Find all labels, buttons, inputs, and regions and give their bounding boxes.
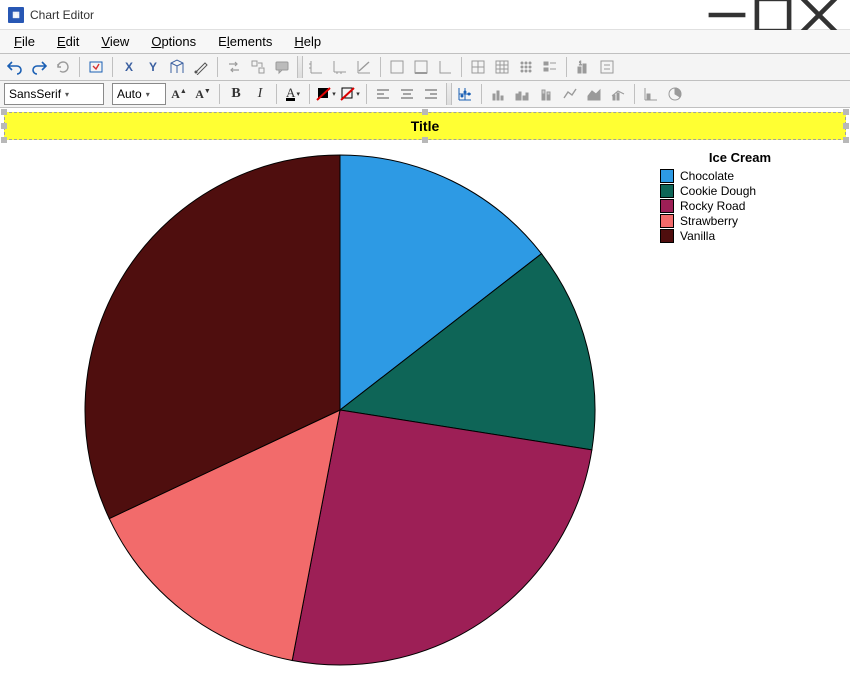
- svg-text:1: 1: [579, 61, 582, 67]
- 3d-rotate-icon[interactable]: [166, 56, 188, 78]
- legend-item[interactable]: Rocky Road: [660, 199, 820, 213]
- pie-slice[interactable]: [292, 410, 592, 665]
- axis-bottom-icon[interactable]: [329, 56, 351, 78]
- pie-chart[interactable]: [80, 150, 600, 670]
- chart-hist-icon[interactable]: [640, 83, 662, 105]
- align-left-icon[interactable]: [372, 83, 394, 105]
- menu-help[interactable]: Help: [284, 30, 331, 53]
- decrease-font-icon[interactable]: A▼: [192, 83, 214, 105]
- font-size-value: Auto: [117, 87, 142, 101]
- app-icon: ▦: [8, 7, 24, 23]
- chart-mixed-icon[interactable]: [607, 83, 629, 105]
- y-axis-icon[interactable]: Y: [142, 56, 164, 78]
- window-title: Chart Editor: [30, 8, 94, 22]
- chart-line-icon[interactable]: [559, 83, 581, 105]
- comment-icon[interactable]: [271, 56, 293, 78]
- menu-elements[interactable]: Elements: [208, 30, 282, 53]
- legend-swatch: [660, 199, 674, 213]
- refresh-icon[interactable]: [52, 56, 74, 78]
- chart-bar-clustered-icon[interactable]: [511, 83, 533, 105]
- legend-label: Chocolate: [680, 169, 734, 183]
- menubar: File Edit View Options Elements Help: [0, 30, 850, 54]
- legend-item[interactable]: Vanilla: [660, 229, 820, 243]
- align-center-icon[interactable]: [396, 83, 418, 105]
- fill-color-button[interactable]: ▾: [315, 83, 337, 105]
- chart-area-icon[interactable]: [583, 83, 605, 105]
- toolbar-grip: [446, 83, 452, 105]
- align-right-icon[interactable]: [420, 83, 442, 105]
- swap-axes-icon[interactable]: [223, 56, 245, 78]
- legend-item[interactable]: Chocolate: [660, 169, 820, 183]
- chevron-down-icon: ▾: [146, 90, 150, 99]
- menu-view[interactable]: View: [91, 30, 139, 53]
- toolbar-grip: [297, 56, 303, 78]
- legend-label: Strawberry: [680, 214, 738, 228]
- menu-edit[interactable]: Edit: [47, 30, 89, 53]
- transpose-icon[interactable]: [247, 56, 269, 78]
- menu-file[interactable]: File: [4, 30, 45, 53]
- italic-button[interactable]: I: [249, 83, 271, 105]
- goto-case-icon[interactable]: [85, 56, 107, 78]
- selection-handles: [1, 109, 849, 143]
- legend-label: Rocky Road: [680, 199, 745, 213]
- edit-points-icon[interactable]: [190, 56, 212, 78]
- legend-label: Cookie Dough: [680, 184, 756, 198]
- font-color-button[interactable]: A▾: [282, 83, 304, 105]
- value-labels-icon[interactable]: [596, 56, 618, 78]
- legend-icon[interactable]: [539, 56, 561, 78]
- menu-options[interactable]: Options: [141, 30, 206, 53]
- x-axis-icon[interactable]: X: [118, 56, 140, 78]
- chart-title-frame[interactable]: Title: [4, 112, 846, 140]
- legend-item[interactable]: Strawberry: [660, 214, 820, 228]
- frame-outer-icon[interactable]: [386, 56, 408, 78]
- grid-major-icon[interactable]: [467, 56, 489, 78]
- legend-swatch: [660, 169, 674, 183]
- redo-icon[interactable]: [28, 56, 50, 78]
- fit-line-icon[interactable]: [353, 56, 375, 78]
- legend[interactable]: Ice Cream ChocolateCookie DoughRocky Roa…: [660, 150, 820, 244]
- chart-canvas[interactable]: Title Ice Cream ChocolateCookie DoughRoc…: [0, 108, 850, 646]
- window-maximize-button[interactable]: [750, 0, 796, 30]
- grid-dots-icon[interactable]: [515, 56, 537, 78]
- border-color-button[interactable]: ▾: [339, 83, 361, 105]
- chart-bar-icon[interactable]: [487, 83, 509, 105]
- increase-font-icon[interactable]: A▲: [168, 83, 190, 105]
- legend-label: Vanilla: [680, 229, 715, 243]
- window-titlebar: ▦ Chart Editor: [0, 0, 850, 30]
- chart-pie-icon[interactable]: [664, 83, 686, 105]
- data-labels-icon[interactable]: 1: [572, 56, 594, 78]
- grid-minor-icon[interactable]: [491, 56, 513, 78]
- chart-bar-stacked-icon[interactable]: [535, 83, 557, 105]
- frame-inner-icon[interactable]: [410, 56, 432, 78]
- legend-title: Ice Cream: [660, 150, 820, 165]
- legend-swatch: [660, 184, 674, 198]
- legend-swatch: [660, 214, 674, 228]
- font-family-value: SansSerif: [9, 87, 61, 101]
- frame-l-icon[interactable]: [434, 56, 456, 78]
- chart-scatter-icon[interactable]: [454, 83, 476, 105]
- window-minimize-button[interactable]: [704, 0, 750, 30]
- window-close-button[interactable]: [796, 0, 842, 30]
- toolbar-primary: X Y 1: [0, 54, 850, 81]
- axis-left-icon[interactable]: [305, 56, 327, 78]
- legend-swatch: [660, 229, 674, 243]
- toolbar-format: SansSerif ▾ Auto ▾ A▲ A▼ B I A▾ ▾ ▾: [0, 81, 850, 108]
- undo-icon[interactable]: [4, 56, 26, 78]
- bold-button[interactable]: B: [225, 83, 247, 105]
- chevron-down-icon: ▾: [65, 90, 69, 99]
- font-family-combo[interactable]: SansSerif ▾: [4, 83, 104, 105]
- legend-item[interactable]: Cookie Dough: [660, 184, 820, 198]
- font-size-combo[interactable]: Auto ▾: [112, 83, 166, 105]
